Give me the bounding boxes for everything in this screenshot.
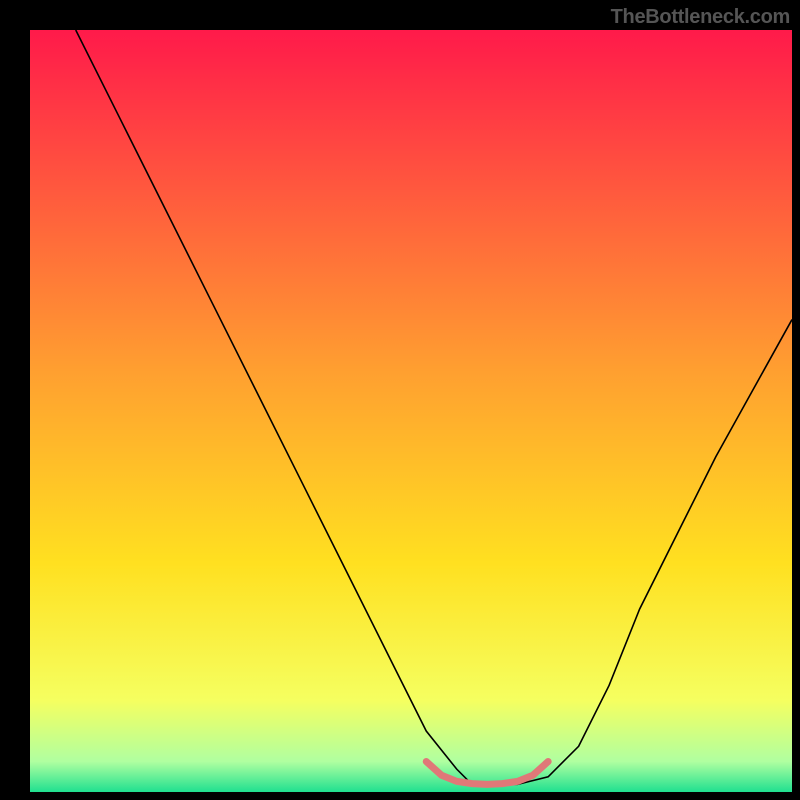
watermark-label: TheBottleneck.com — [611, 6, 790, 29]
chart-container: TheBottleneck.com — [0, 0, 800, 800]
chart-background — [30, 30, 792, 792]
bottleneck-chart — [0, 0, 800, 800]
